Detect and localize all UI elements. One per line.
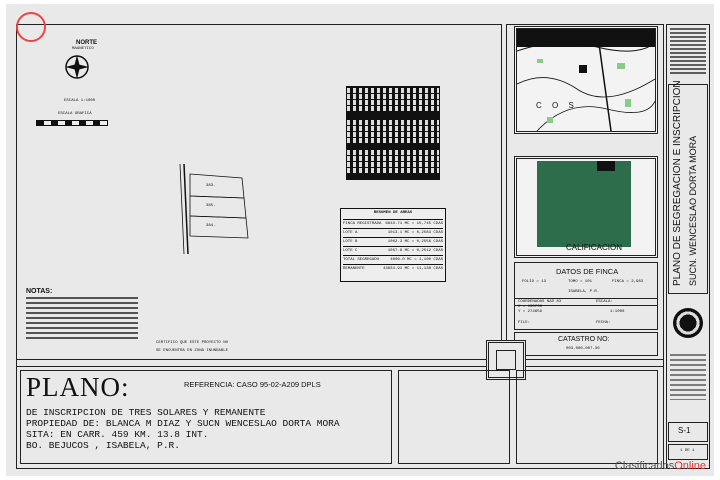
- area-row-label: FINCA REGISTRADA: [343, 221, 382, 226]
- location-map: [514, 26, 658, 134]
- area-row-value: 4006.0 MC = 1,100 CDAS: [390, 257, 443, 262]
- lot-label-1: 383-: [206, 184, 216, 188]
- lot-label-2: 385-: [206, 204, 216, 208]
- area-table-row: LOTE B 1002.3 MC = 0,2556 CDAS: [343, 237, 443, 246]
- title-blank-box-2: [516, 370, 658, 464]
- catastro-value: 003-000-007-36: [566, 347, 600, 351]
- area-table-row: LOTE C 1057.8 MC = 0,2512 CDAS: [343, 246, 443, 255]
- bearing-table-1: [346, 86, 440, 118]
- graphic-scale-bar: [36, 120, 108, 126]
- area-table-row: TOTAL SEGREGADO 4006.0 MC = 1,100 CDAS: [343, 255, 443, 264]
- area-row-label: TOTAL SEGREGADO: [343, 257, 380, 262]
- finca-folio: FOLIO = 13: [522, 280, 547, 284]
- seal-icon: [673, 308, 703, 338]
- scale-label: ESCALA 1:1000: [64, 99, 96, 103]
- scale-sub-label: ESCALA GRAFICA: [58, 112, 92, 116]
- title-line-4: BO. BEJUCOS , ISABELA, P.R.: [26, 440, 180, 451]
- north-arrow-icon: [64, 54, 90, 80]
- watermark: ClasificadosOnline: [615, 460, 706, 472]
- sheet-of: 1 DE 1: [680, 449, 695, 453]
- referencia-text: REFERENCIA: CASO 95-02-A209 DPLS: [184, 380, 321, 389]
- zoning-map-road: [597, 161, 615, 171]
- lot-survey-drawing: [176, 163, 266, 255]
- finca-place: ISABELA, P.R.: [568, 290, 600, 294]
- side-title-line-1: PLANO DE SEGREGACION E INSCRIPCION: [672, 80, 683, 286]
- area-table-row: LOTE A 1013.1 MC = 0,2583 CDAS: [343, 228, 443, 237]
- area-row-value: 6843.71 MC = 15,745 CDAS: [385, 221, 443, 226]
- sheet-number: S-1: [678, 426, 691, 435]
- area-table-row: FINCA REGISTRADA 6843.71 MC = 15,745 CDAS: [343, 219, 443, 228]
- title-line-2: PROPIEDAD DE: BLANCA M DIAZ Y SUCN WENCE…: [26, 418, 340, 429]
- finca-number: FINCA = 2,983: [612, 280, 644, 284]
- title-blank-box-1: [398, 370, 510, 464]
- title-line-1: DE INSCRIPCION DE TRES SOLARES Y REMANEN…: [26, 407, 266, 418]
- watermark-part-2: Online: [674, 460, 706, 472]
- zoning-map-image: [537, 161, 631, 247]
- escala-value: 1:1000: [610, 310, 625, 314]
- watermark-part-1: Clasificados: [614, 460, 675, 472]
- area-row-value: 1057.8 MC = 0,2512 CDAS: [387, 248, 443, 253]
- area-row-value: 1002.3 MC = 0,2556 CDAS: [387, 239, 443, 244]
- bearing-table-3: [346, 148, 440, 180]
- certify-text-2: SE ENCUENTRA EN ZONA INUNDABLE: [156, 349, 229, 353]
- finca-title: DATOS DE FINCA: [556, 267, 619, 276]
- north-sub-label: MAGNETICO: [72, 47, 94, 51]
- map-area-letters: C O S: [536, 101, 578, 110]
- firm-info-block: [670, 28, 706, 76]
- coord-y: Y = 274659: [518, 310, 543, 314]
- engineer-info-block: [670, 354, 706, 400]
- notes-text-block: [26, 297, 138, 341]
- north-label: NORTE: [76, 40, 97, 46]
- lot-label-3: 384-: [206, 224, 216, 228]
- title-line-3: SITA: EN CARR. 459 KM. 13.8 INT.: [26, 429, 209, 440]
- bearing-table-2: [346, 118, 440, 148]
- drawing-sheet: NORTE MAGNETICO ESCALA 1:1000 ESCALA GRA…: [6, 4, 714, 476]
- side-title-line-2: SUCN. WENCESLAO DORTA MORA: [688, 135, 698, 286]
- area-row-value: 43834.91 MC = 11,138 CDAS: [382, 266, 443, 271]
- area-row-label: LOTE B: [343, 239, 358, 244]
- plano-heading: PLANO:: [26, 372, 130, 402]
- area-table-row: REMANENTE 43834.91 MC = 11,138 CDAS: [343, 264, 443, 273]
- file-label: FILE:: [518, 321, 531, 325]
- area-row-label: LOTE C: [343, 248, 358, 253]
- catastro-label: CATASTRO NO:: [558, 336, 610, 343]
- escala-label: ESCALA:: [596, 300, 613, 304]
- junction-box-inner: [496, 350, 516, 370]
- zoning-label: CALIFICACION: [566, 243, 623, 252]
- fecha-label: FECHA:: [596, 321, 611, 325]
- area-row-value: 1013.1 MC = 0,2583 CDAS: [387, 230, 443, 235]
- area-table-title: RESUMEN DE AREAS: [373, 211, 413, 215]
- finca-tomo: TOMO = 101: [568, 280, 593, 284]
- area-summary-table: RESUMEN DE AREAS FINCA REGISTRADA 6843.71…: [340, 208, 446, 282]
- corner-logo-icon: [16, 12, 46, 42]
- certify-text: CERTIFICO QUE ESTE PROYECTO NO: [156, 341, 229, 345]
- area-row-label: REMANENTE: [343, 266, 365, 271]
- notes-title: NOTAS:: [26, 288, 53, 295]
- area-row-label: LOTE A: [343, 230, 358, 235]
